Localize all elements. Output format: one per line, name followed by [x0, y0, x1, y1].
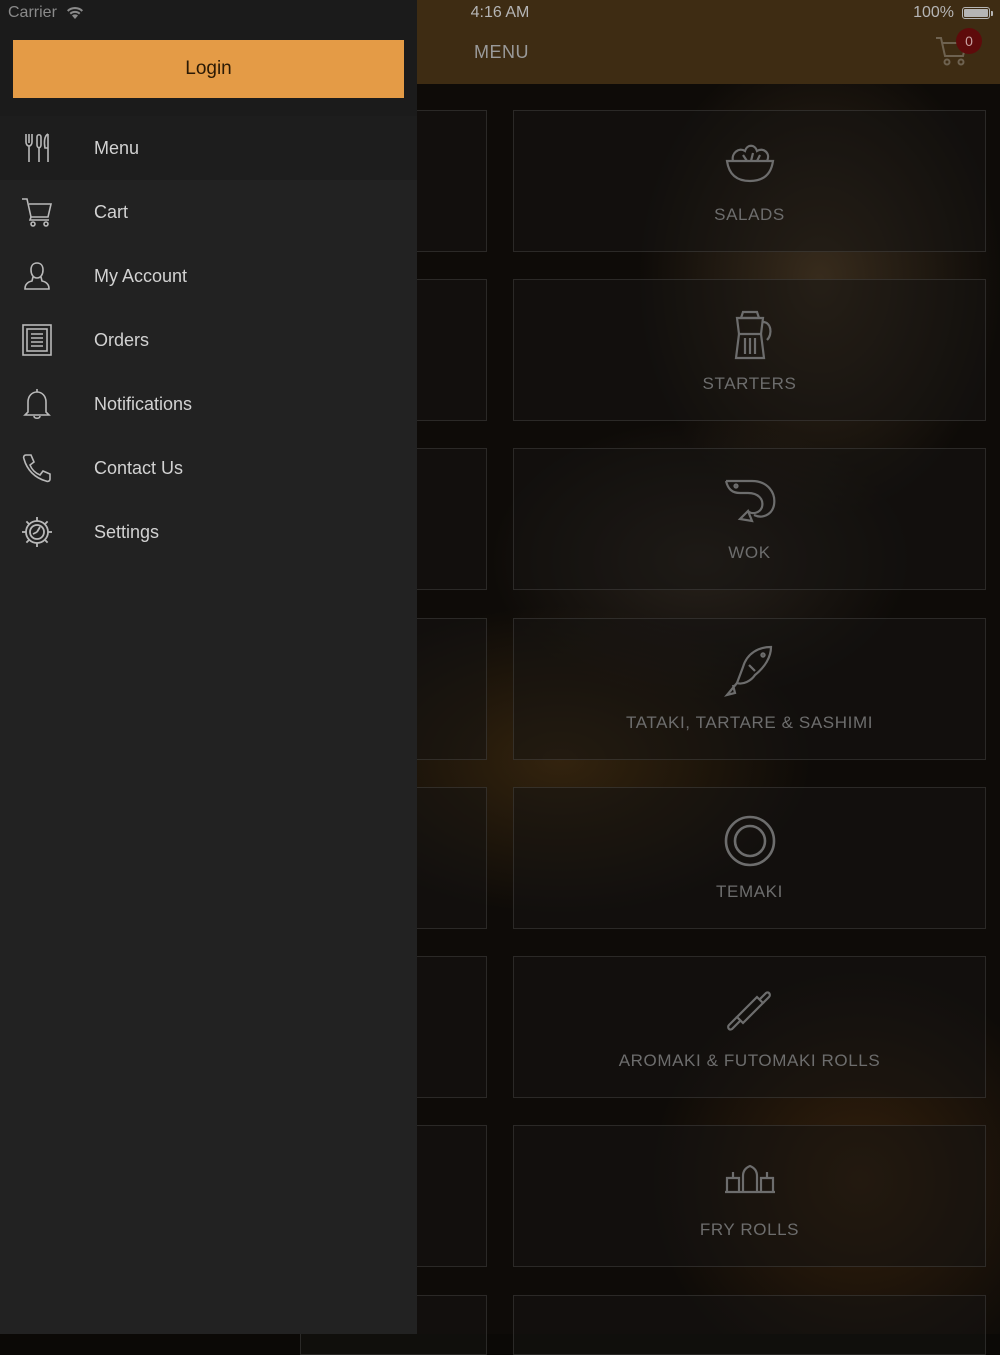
drawer-status-bar: Carrier — [0, 0, 417, 30]
drawer-item-label: Cart — [94, 201, 129, 222]
login-section: Login — [0, 30, 417, 116]
sushi-rolls-icon — [724, 1164, 775, 1194]
gear-icon — [22, 517, 52, 547]
drawer-item-menu[interactable]: Menu — [0, 116, 417, 180]
utensils-icon — [25, 133, 49, 162]
drawer-item-orders[interactable]: Orders — [0, 308, 417, 372]
category-label: AROMAKI & FUTOMAKI ROLLS — [618, 1051, 881, 1070]
side-drawer: Carrier Login Menu Cart My Account Order… — [0, 0, 417, 1334]
rolling-pin-icon — [726, 991, 771, 1031]
drawer-item-label: My Account — [94, 265, 188, 286]
category-tile-aromaki-futomaki-rolls[interactable]: AROMAKI & FUTOMAKI ROLLS — [513, 956, 986, 1098]
category-tile-tataki-tartare-sashimi[interactable]: TATAKI, TARTARE & SASHIMI — [513, 618, 986, 760]
orders-list-icon — [22, 324, 52, 356]
shrimp-icon — [724, 479, 775, 523]
category-tile[interactable] — [513, 1295, 986, 1355]
page-title: MENU — [474, 42, 529, 62]
battery-icon — [962, 7, 993, 19]
fish-icon — [723, 645, 772, 697]
plate-icon — [724, 815, 775, 867]
drawer-item-my-account[interactable]: My Account — [0, 244, 417, 308]
category-tile-wok[interactable]: WOK — [513, 448, 986, 590]
drawer-item-label: Menu — [94, 137, 140, 158]
cart-count-badge: 0 — [956, 28, 982, 54]
cart-icon — [22, 198, 53, 227]
category-tile-salads[interactable]: SALADS — [513, 110, 986, 252]
category-tile-temaki[interactable]: TEMAKI — [513, 787, 986, 929]
category-label: TATAKI, TARTARE & SASHIMI — [625, 713, 874, 732]
category-tile-fry-rolls[interactable]: FRY ROLLS — [513, 1125, 986, 1267]
category-label: STARTERS — [702, 374, 797, 393]
category-label: WOK — [728, 543, 771, 562]
drawer-item-label: Settings — [94, 521, 160, 542]
user-icon — [24, 262, 50, 290]
drawer-item-label: Notifications — [94, 393, 193, 414]
drawer-item-label: Orders — [94, 329, 150, 350]
wifi-icon — [67, 7, 83, 19]
teapot-icon — [734, 310, 772, 360]
phone-icon — [22, 454, 51, 483]
login-button[interactable]: Login — [13, 40, 404, 98]
category-label: TEMAKI — [716, 882, 783, 901]
bell-icon — [23, 389, 51, 420]
drawer-item-settings[interactable]: Settings — [0, 500, 417, 564]
salad-bowl-icon — [725, 144, 774, 183]
category-tile-starters[interactable]: STARTERS — [513, 279, 986, 421]
drawer-item-cart[interactable]: Cart — [0, 180, 417, 244]
drawer-item-contact-us[interactable]: Contact Us — [0, 436, 417, 500]
drawer-item-notifications[interactable]: Notifications — [0, 372, 417, 436]
category-label: FRY ROLLS — [699, 1220, 800, 1239]
category-label: SALADS — [714, 205, 785, 224]
battery-percentage: 100% — [913, 4, 954, 21]
drawer-item-label: Contact Us — [94, 457, 184, 478]
carrier-label: Carrier — [8, 4, 57, 21]
